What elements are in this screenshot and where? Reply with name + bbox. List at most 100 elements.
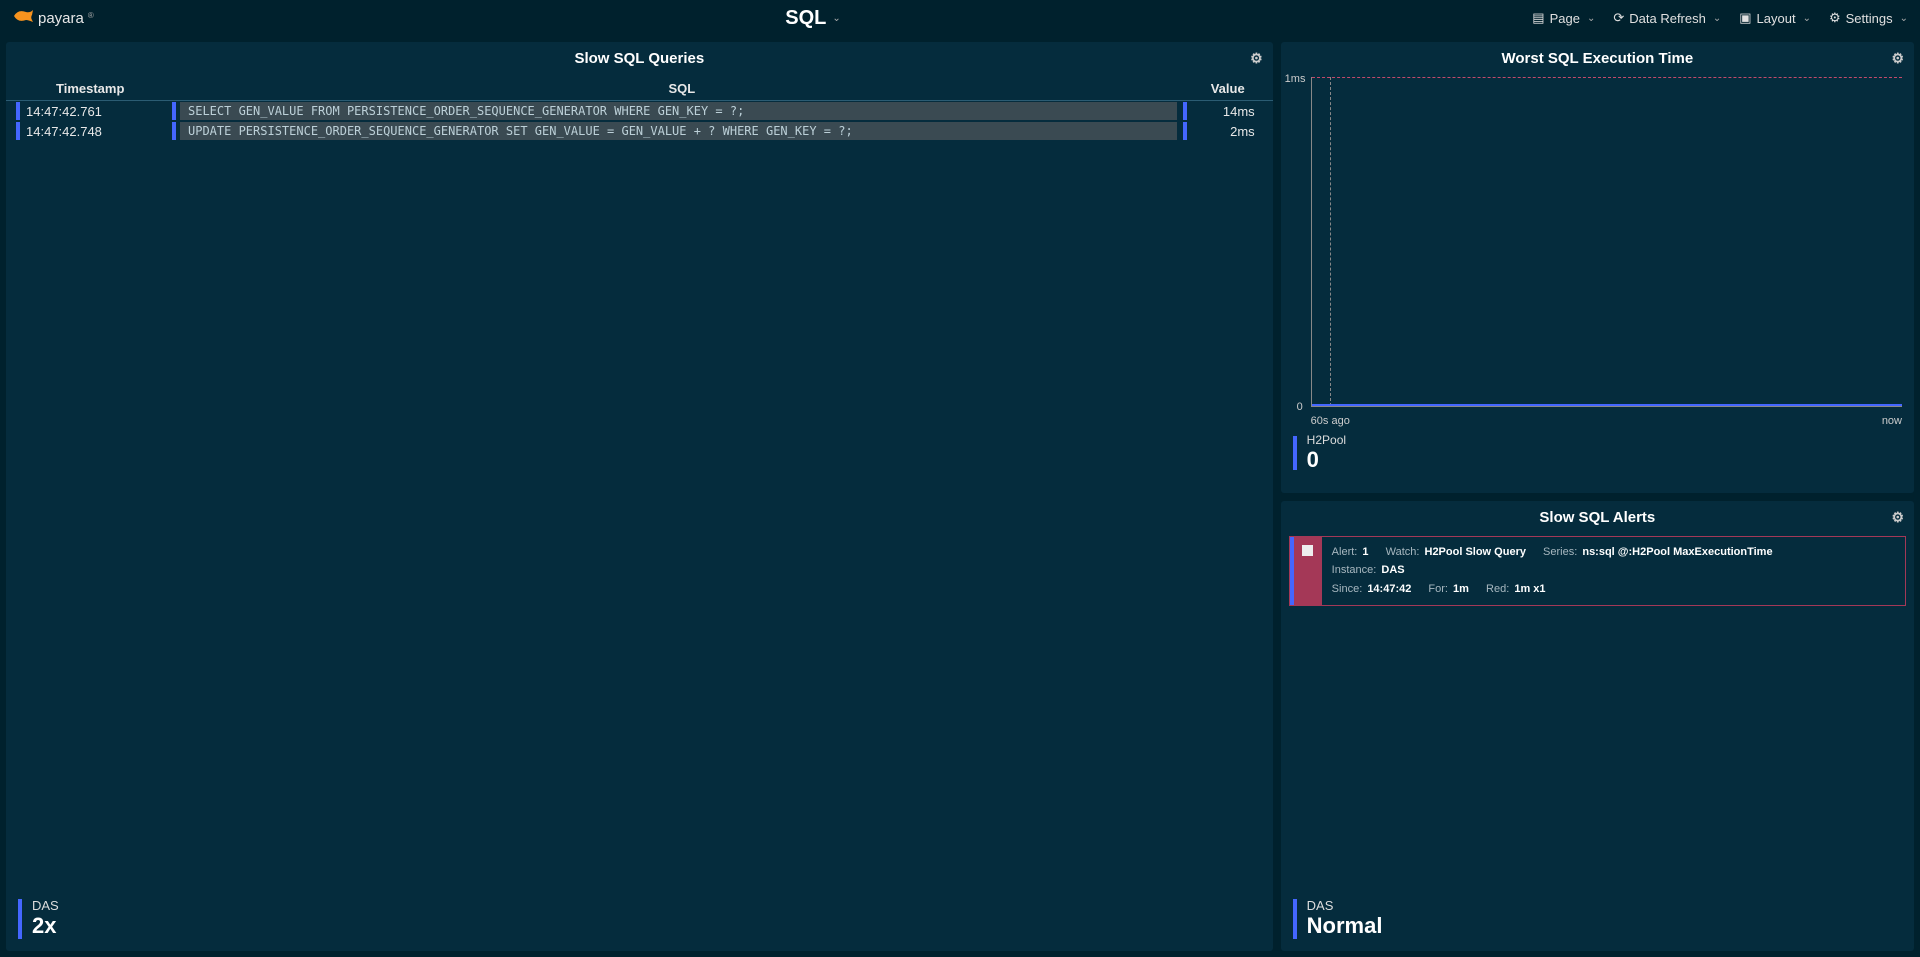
cell-sql-wrap: SELECT GEN_VALUE FROM PERSISTENCE_ORDER_…	[172, 102, 1187, 120]
table-body: 14:47:42.761 SELECT GEN_VALUE FROM PERSI…	[6, 100, 1273, 141]
header-menus: ▤ Page ⌄ ⟳ Data Refresh ⌄ ▣ Layout ⌄ ⚙ S…	[1532, 10, 1908, 26]
y-axis-bottom-label: 0	[1297, 401, 1303, 413]
refresh-icon: ⟳	[1613, 10, 1624, 26]
logo-text: payara	[38, 10, 84, 27]
series-value: ns:sql @:H2Pool MaxExecutionTime	[1582, 546, 1772, 558]
chart-legend: H2Pool 0	[1293, 433, 1902, 473]
chevron-down-icon: ⌄	[832, 13, 840, 24]
data-refresh-label: Data Refresh	[1629, 11, 1706, 26]
chart-plot-area	[1311, 77, 1902, 407]
alert-item[interactable]: Alert: 1 Watch: H2Pool Slow Query Series…	[1289, 536, 1906, 606]
alert-value: 1	[1362, 546, 1368, 558]
chevron-down-icon: ⌄	[1803, 13, 1811, 24]
instance-label: Instance:	[1332, 564, 1377, 576]
chevron-down-icon: ⌄	[1713, 13, 1721, 24]
footer-text: DAS Normal	[1307, 898, 1383, 939]
footer-accent	[1293, 899, 1297, 939]
column-timestamp: Timestamp	[16, 81, 181, 96]
x-axis-left-label: 60s ago	[1311, 415, 1350, 427]
footer-text: DAS 2x	[32, 898, 59, 939]
panel-title-text: Worst SQL Execution Time	[1501, 50, 1693, 67]
worst-sql-execution-panel: Worst SQL Execution Time ⚙ 1ms 0 60s ago…	[1281, 42, 1914, 493]
row-accent	[16, 102, 20, 120]
chart: 1ms 0	[1311, 77, 1902, 407]
for-label: For:	[1428, 583, 1448, 595]
since-value: 14:47:42	[1367, 583, 1411, 595]
threshold-line	[1312, 77, 1902, 78]
alert-body: Alert: 1 Watch: H2Pool Slow Query Series…	[1322, 537, 1905, 605]
table-header: Timestamp SQL Value	[6, 77, 1273, 100]
layout-icon: ▣	[1739, 10, 1751, 26]
panel-footer: DAS 2x	[6, 890, 1273, 951]
slow-sql-alerts-panel: Slow SQL Alerts ⚙ Alert: 1 Watch: H2Pool…	[1281, 501, 1914, 952]
page-title: SQL	[785, 7, 826, 30]
stop-icon	[1302, 545, 1313, 556]
val-accent	[1183, 102, 1187, 120]
column-sql: SQL	[181, 81, 1183, 96]
red-label: Red:	[1486, 583, 1509, 595]
cell-sql: UPDATE PERSISTENCE_ORDER_SEQUENCE_GENERA…	[180, 122, 1177, 140]
cell-value: 14ms	[1193, 104, 1263, 119]
y-axis-top-label: 1ms	[1285, 73, 1306, 85]
chevron-down-icon: ⌄	[1900, 13, 1908, 24]
for-value: 1m	[1453, 583, 1469, 595]
alert-label: Alert:	[1332, 546, 1358, 558]
red-value: 1m x1	[1514, 583, 1545, 595]
footer-accent	[18, 899, 22, 939]
sql-accent	[172, 122, 176, 140]
series-label: Series:	[1543, 546, 1577, 558]
panel-gear-icon[interactable]: ⚙	[1891, 509, 1904, 526]
panel-title: Worst SQL Execution Time ⚙	[1281, 42, 1914, 77]
cell-sql: SELECT GEN_VALUE FROM PERSISTENCE_ORDER_…	[180, 102, 1177, 120]
watch-label: Watch:	[1386, 546, 1420, 558]
val-accent	[1183, 122, 1187, 140]
since-label: Since:	[1332, 583, 1363, 595]
alert-stop-button[interactable]	[1294, 537, 1322, 605]
panel-footer: DAS Normal	[1281, 890, 1914, 951]
watch-value: H2Pool Slow Query	[1425, 546, 1526, 558]
layout-menu[interactable]: ▣ Layout ⌄	[1739, 10, 1811, 26]
x-axis-right-label: now	[1882, 415, 1902, 427]
table-row[interactable]: 14:47:42.761 SELECT GEN_VALUE FROM PERSI…	[6, 101, 1273, 121]
page-title-dropdown[interactable]: SQL ⌄	[94, 7, 1533, 30]
legend-series-value: 0	[1307, 447, 1346, 473]
settings-menu[interactable]: ⚙ Settings ⌄	[1829, 10, 1908, 26]
page-icon: ▤	[1532, 10, 1544, 26]
cell-sql-wrap: UPDATE PERSISTENCE_ORDER_SEQUENCE_GENERA…	[172, 122, 1187, 140]
table-row[interactable]: 14:47:42.748 UPDATE PERSISTENCE_ORDER_SE…	[6, 121, 1273, 141]
payara-fish-icon	[12, 7, 34, 30]
settings-menu-label: Settings	[1846, 11, 1893, 26]
gear-icon: ⚙	[1829, 10, 1841, 26]
chevron-down-icon: ⌄	[1587, 13, 1595, 24]
cell-timestamp: 14:47:42.761	[26, 104, 166, 119]
sql-accent	[172, 102, 176, 120]
vertical-marker	[1330, 77, 1331, 406]
layout-menu-label: Layout	[1757, 11, 1796, 26]
panel-title-text: Slow SQL Alerts	[1539, 509, 1655, 526]
legend-series-name: H2Pool	[1307, 433, 1346, 447]
page-menu-label: Page	[1550, 11, 1580, 26]
panel-title: Slow SQL Queries ⚙	[6, 42, 1273, 77]
instance-value: DAS	[1381, 564, 1404, 576]
row-accent	[16, 122, 20, 140]
footer-value: Normal	[1307, 913, 1383, 939]
content-area: Slow SQL Queries ⚙ Timestamp SQL Value 1…	[0, 36, 1920, 957]
panel-title-text: Slow SQL Queries	[574, 50, 704, 67]
legend-text: H2Pool 0	[1307, 433, 1346, 473]
legend-accent	[1293, 436, 1297, 470]
panel-gear-icon[interactable]: ⚙	[1891, 50, 1904, 67]
footer-label: DAS	[32, 898, 59, 913]
right-column: Worst SQL Execution Time ⚙ 1ms 0 60s ago…	[1281, 42, 1914, 951]
series-line-h2pool	[1312, 404, 1902, 406]
slow-sql-queries-panel: Slow SQL Queries ⚙ Timestamp SQL Value 1…	[6, 42, 1273, 951]
cell-value: 2ms	[1193, 124, 1263, 139]
panel-gear-icon[interactable]: ⚙	[1250, 50, 1263, 67]
column-value: Value	[1183, 81, 1263, 96]
x-axis: 60s ago now	[1311, 415, 1902, 427]
page-menu[interactable]: ▤ Page ⌄	[1532, 10, 1595, 26]
data-refresh-menu[interactable]: ⟳ Data Refresh ⌄	[1613, 10, 1721, 26]
footer-label: DAS	[1307, 898, 1383, 913]
logo: payara ®	[12, 7, 94, 30]
panel-title: Slow SQL Alerts ⚙	[1281, 501, 1914, 536]
cell-timestamp: 14:47:42.748	[26, 124, 166, 139]
